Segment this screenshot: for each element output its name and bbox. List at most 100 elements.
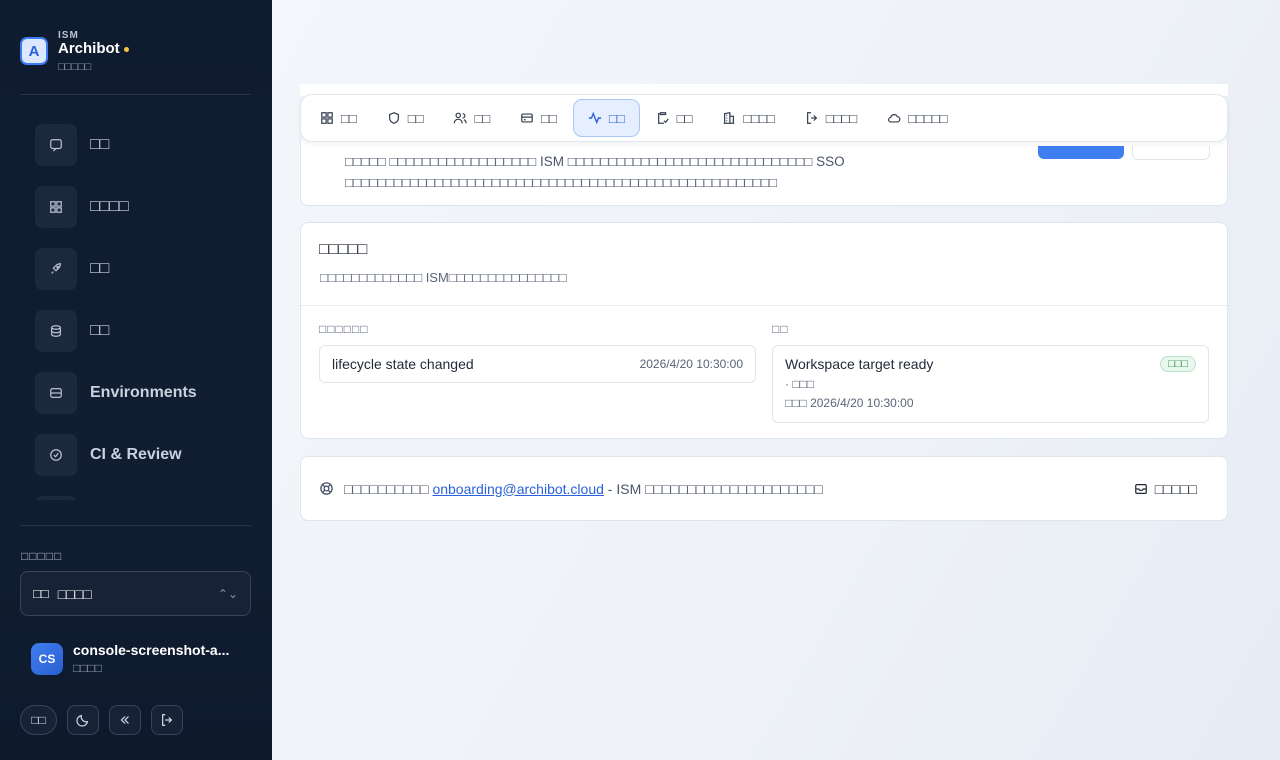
card-icon	[521, 113, 534, 123]
secondary-action-button[interactable]	[1132, 146, 1210, 160]
sidebar-divider	[20, 94, 251, 95]
activity-card: □□□□□ □□□□□□□□□□□□□ ISM□□□□□□□□□□□□□□□ □…	[300, 222, 1228, 439]
user-profile[interactable]: CS console-screenshot-a... □□□□	[31, 642, 238, 675]
contact-button[interactable]: □□□□□	[1134, 481, 1209, 497]
event-title: lifecycle state changed	[332, 356, 474, 372]
users-icon	[454, 112, 468, 124]
workspace-select[interactable]: □□ □□□□ ⌃⌄	[20, 571, 251, 616]
tab-overview[interactable]: □□	[306, 99, 371, 137]
inbox-icon	[1134, 483, 1147, 494]
tab-label: □□	[341, 110, 357, 126]
notice-text: □□□□□ □□□□□□□□□□□□□□□□□□ ISM □□□□□□□□□□□…	[345, 154, 845, 190]
sidebar-item-deploy[interactable]: □□	[35, 248, 251, 290]
clipboard-icon	[657, 112, 669, 124]
sidebar-item-data[interactable]: □□	[35, 310, 251, 352]
activity-title: □□□□□	[319, 241, 368, 258]
main-content: □□ □□ □□ □□ □□ □□ □□□□ □□□□ □□□□□ □□□□□ …	[272, 0, 1280, 760]
activity-subtitle: □□□□□□□□□□□□□ ISM□□□□□□□□□□□□□□□	[320, 270, 567, 285]
language-button[interactable]: □□	[20, 705, 57, 735]
sidebar-nav: □□ □□□□ □□ □□ Environments CI & Review	[35, 124, 251, 500]
tab-label: □□□□	[743, 110, 775, 126]
tab-audit[interactable]: □□	[642, 99, 707, 137]
sidebar-tools: □□	[20, 705, 183, 735]
activity-icon	[588, 111, 601, 125]
tab-bar: □□ □□ □□ □□ □□ □□ □□□□ □□□□ □□□□□	[300, 94, 1228, 142]
theme-toggle-button[interactable]	[67, 705, 99, 735]
tab-label: □□	[407, 110, 424, 126]
sidebar-item-ci-review[interactable]: CI & Review	[35, 434, 251, 476]
workspace-badge: □□	[33, 586, 49, 601]
brand-name: Archibot	[58, 40, 129, 58]
server-icon	[35, 372, 77, 414]
tab-organization[interactable]: □□□□	[708, 99, 788, 137]
task-item[interactable]: Workspace target ready · □□□ □□□ 2026/4/…	[772, 345, 1209, 423]
task-title: Workspace target ready	[785, 356, 934, 372]
cloud-icon	[888, 114, 901, 123]
sidebar-item-dashboard[interactable]: □□□□	[35, 186, 251, 228]
tab-cloud[interactable]: □□□□□	[873, 99, 961, 137]
building-icon	[724, 112, 735, 124]
tab-label: □□	[608, 110, 625, 126]
sidebar-item-label: □□	[90, 322, 110, 339]
sidebar-item-label: □□□□	[90, 198, 129, 215]
logout-button[interactable]	[151, 705, 183, 735]
support-email-link[interactable]: onboarding@archibot.cloud	[432, 481, 603, 497]
sidebar-item-label: □□	[90, 260, 110, 277]
sidebar-divider	[20, 525, 251, 526]
sidebar-item-label: Environments	[90, 384, 197, 401]
shield-icon	[388, 112, 399, 124]
lifebuoy-icon	[319, 481, 334, 496]
sidebar-item-label: CI & Review	[90, 446, 182, 463]
sidebar-item-more[interactable]	[35, 496, 251, 500]
sidebar-item-label: □□	[90, 136, 110, 153]
chevron-up-down-icon: ⌃⌄	[217, 586, 238, 601]
tab-security[interactable]: □□	[373, 99, 438, 137]
user-role: □□□□	[73, 661, 102, 675]
more-icon	[35, 496, 77, 500]
tab-label: □□□□□	[908, 110, 948, 126]
task-meta: · □□□	[785, 377, 815, 391]
rocket-icon	[35, 248, 77, 290]
user-name: console-screenshot-a...	[73, 642, 230, 658]
contact-button-label: □□□□□	[1154, 480, 1197, 497]
brand[interactable]: A ISM Archibot □□□□□	[20, 30, 129, 73]
grid-icon	[35, 186, 77, 228]
exit-icon	[806, 112, 817, 124]
help-text: □□□□□□□□□□ onboarding@archibot.cloud - I…	[344, 480, 823, 497]
tab-label: □□	[676, 110, 693, 126]
brand-subtitle: □□□□□	[58, 60, 92, 73]
avatar: CS	[31, 642, 63, 675]
check-circle-icon	[35, 434, 77, 476]
help-card: □□□□□□□□□□ onboarding@archibot.cloud - I…	[300, 456, 1228, 521]
status-dot-icon	[123, 46, 129, 52]
sidebar-item-environments[interactable]: Environments	[35, 372, 251, 414]
archibot-logo-icon: A	[20, 37, 48, 66]
tab-activity[interactable]: □□	[572, 99, 640, 137]
tab-exit[interactable]: □□□□	[791, 99, 871, 137]
database-icon	[35, 310, 77, 352]
logout-icon	[162, 714, 173, 726]
workspace-label: □□□□□	[21, 549, 63, 563]
tab-members[interactable]: □□	[439, 99, 504, 137]
divider	[301, 305, 1227, 306]
events-column-label: □□□□□□	[319, 322, 369, 336]
tab-billing[interactable]: □□	[506, 99, 571, 137]
tab-label: □□	[474, 110, 491, 126]
tab-label: □□□□	[825, 110, 858, 126]
chevrons-left-icon	[120, 716, 129, 724]
sidebar: A ISM Archibot □□□□□ □□ □□□□ □□ □□ Envir…	[0, 0, 272, 760]
primary-action-button[interactable]	[1038, 146, 1124, 159]
grid-icon	[321, 112, 333, 124]
event-time: 2026/4/20 10:30:00	[639, 357, 743, 371]
moon-icon	[76, 714, 89, 727]
workspace-name: □□□□	[57, 585, 92, 602]
event-item[interactable]: lifecycle state changed 2026/4/20 10:30:…	[319, 345, 756, 383]
notice-card: □□□□□ □□□□□□□□□□□□□□□□□□ ISM □□□□□□□□□□□…	[300, 138, 1228, 206]
task-time: □□□ 2026/4/20 10:30:00	[785, 396, 914, 410]
tab-label: □□	[541, 110, 557, 126]
collapse-sidebar-button[interactable]	[109, 705, 141, 735]
tasks-column-label: □□	[772, 322, 789, 336]
status-badge: □□□	[1160, 356, 1196, 372]
chat-icon	[35, 124, 77, 166]
sidebar-item-chat[interactable]: □□	[35, 124, 251, 166]
